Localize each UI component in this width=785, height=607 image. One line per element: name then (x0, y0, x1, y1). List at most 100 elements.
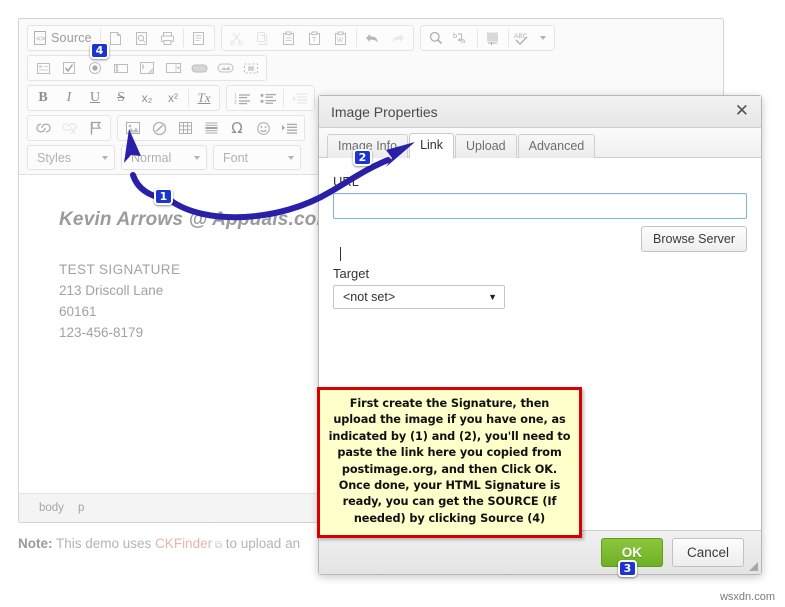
form-button[interactable] (30, 57, 56, 79)
hidden-field-icon (244, 63, 258, 73)
templates-button[interactable] (186, 27, 212, 49)
table-button[interactable] (172, 117, 198, 139)
bold-icon: B (38, 90, 48, 105)
resize-grip[interactable] (749, 562, 758, 571)
find-button[interactable] (423, 27, 449, 49)
text-field-button[interactable] (108, 57, 134, 79)
remove-format-button[interactable]: Tx (191, 87, 217, 109)
anchor-button[interactable] (82, 117, 108, 139)
target-label: Target (333, 266, 370, 281)
link-button[interactable] (30, 117, 56, 139)
image-button-button[interactable] (212, 57, 238, 79)
copy-button[interactable] (250, 27, 276, 49)
special-character-icon: Ω (231, 119, 243, 137)
font-combo[interactable]: Font (213, 145, 301, 170)
superscript-button[interactable]: x² (160, 87, 186, 109)
image-button[interactable] (120, 117, 146, 139)
italic-button[interactable]: I (56, 87, 82, 109)
url-input[interactable] (333, 193, 747, 219)
preview-button[interactable] (129, 27, 155, 49)
button-button[interactable] (186, 57, 212, 79)
subscript-button[interactable]: x₂ (134, 87, 160, 109)
browse-server-button[interactable]: Browse Server (641, 226, 747, 252)
replace-icon: ba (453, 31, 466, 45)
smiley-icon (256, 121, 270, 135)
smiley-button[interactable] (250, 117, 276, 139)
annotation-badge-4: 4 (90, 42, 109, 59)
form-icon (36, 62, 50, 74)
target-select-value: <not set> (343, 290, 396, 304)
flash-button[interactable] (146, 117, 172, 139)
spellcheck-button[interactable]: ABC (511, 27, 552, 49)
underline-icon: U (89, 90, 101, 105)
text-caret (340, 247, 341, 261)
horizontal-rule-icon (205, 122, 217, 134)
select-field-button[interactable] (160, 57, 186, 79)
instruction-callout: First create the Signature, then upload … (317, 387, 582, 538)
element-path-p[interactable]: p (78, 502, 84, 514)
svg-text:2: 2 (234, 99, 237, 105)
toolbar-separator (188, 89, 189, 107)
element-path-body[interactable]: body (39, 502, 64, 514)
paste-button[interactable] (276, 27, 302, 49)
checkbox-button[interactable] (56, 57, 82, 79)
hidden-field-button[interactable] (238, 57, 264, 79)
subscript-icon: x₂ (141, 91, 153, 105)
chevron-down-icon: ▼ (488, 292, 497, 302)
dialog-titlebar[interactable]: Image Properties ✕ (319, 96, 761, 128)
page-break-button[interactable] (276, 117, 302, 139)
flash-icon (152, 121, 166, 135)
underline-button[interactable]: U (82, 87, 108, 109)
tab-link[interactable]: Link (409, 133, 455, 158)
redo-button[interactable] (385, 27, 411, 49)
cancel-button[interactable]: Cancel (671, 538, 744, 567)
source-button[interactable]: <> Source (30, 27, 98, 49)
select-all-button[interactable] (480, 27, 506, 49)
toolbar-group-basic-styles: B I U S x₂ x² Tx (27, 85, 220, 111)
ckfinder-link[interactable]: CKFinder (155, 536, 212, 551)
tab-upload[interactable]: Upload (455, 134, 517, 158)
close-icon[interactable]: ✕ (735, 103, 749, 120)
find-icon (429, 31, 442, 45)
target-select[interactable]: <not set> ▼ (333, 285, 505, 309)
cut-icon (230, 32, 244, 45)
replace-button[interactable]: ba (449, 27, 475, 49)
paste-as-text-button[interactable]: T (302, 27, 328, 49)
bold-button[interactable]: B (30, 87, 56, 109)
print-button[interactable] (155, 27, 181, 49)
site-brandmark: wsxdn.com (719, 591, 775, 603)
image-button-icon (217, 63, 233, 73)
strike-button[interactable]: S (108, 87, 134, 109)
horizontal-rule-button[interactable] (198, 117, 224, 139)
toolbar-group-forms (27, 55, 267, 81)
text-field-icon (114, 63, 128, 73)
undo-button[interactable] (359, 27, 385, 49)
paste-from-word-button[interactable]: W (328, 27, 354, 49)
decrease-indent-icon (291, 92, 307, 104)
svg-text:T: T (312, 37, 317, 44)
decrease-indent-button[interactable] (286, 87, 312, 109)
tab-advanced[interactable]: Advanced (517, 134, 596, 158)
source-button-label: Source (51, 31, 92, 45)
demo-note: Note: This demo uses CKFinder ⧉ to uploa… (18, 536, 300, 551)
chevron-down-icon (539, 36, 546, 40)
textarea-button[interactable] (134, 57, 160, 79)
paste-text-icon: T (309, 31, 321, 45)
bulleted-list-button[interactable] (255, 87, 281, 109)
note-body: This demo uses (52, 536, 156, 551)
styles-combo[interactable]: Styles (27, 145, 115, 170)
cut-button[interactable] (224, 27, 250, 49)
toolbar-separator (283, 89, 284, 107)
numbered-list-button[interactable]: 12 (229, 87, 255, 109)
radio-button[interactable] (82, 57, 108, 79)
format-combo[interactable]: Normal (121, 145, 207, 170)
toolbar-separator (355, 29, 357, 47)
copy-icon (257, 31, 268, 45)
unlink-button[interactable] (56, 117, 82, 139)
toolbar-row-2 (23, 53, 719, 83)
toolbar-separator (182, 29, 184, 47)
special-character-button[interactable]: Ω (224, 117, 250, 139)
superscript-icon: x² (168, 91, 178, 105)
unlink-icon (61, 122, 77, 134)
toolbar-group-insert: Ω (117, 115, 305, 141)
